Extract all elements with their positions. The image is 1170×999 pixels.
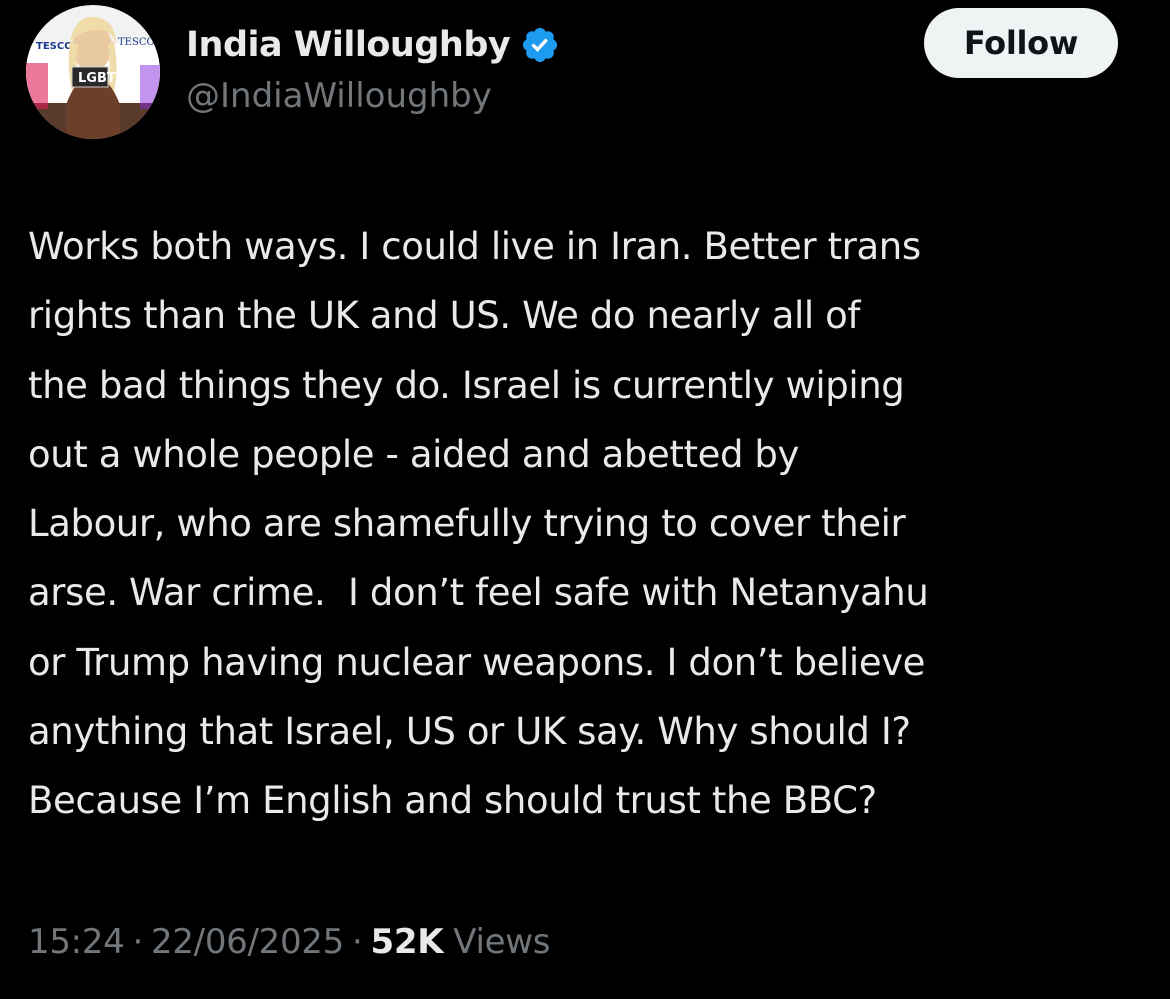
tweet-text: Works both ways. I could live in Iran. B… xyxy=(28,212,1163,836)
tweet-text-line: Because I’m English and should trust the… xyxy=(28,779,877,823)
avatar-award-text: LGBT xyxy=(78,71,116,86)
tweet-date[interactable]: 22/06/2025 xyxy=(151,922,344,962)
tweet-text-line: Works both ways. I could live in Iran. B… xyxy=(28,225,921,268)
follow-button[interactable]: Follow xyxy=(924,8,1118,78)
tweet-card: TESCO TESCO LGBT India Willoughby @India… xyxy=(0,0,1170,999)
avatar-image: TESCO TESCO LGBT xyxy=(26,5,160,139)
tweet-meta-row: 15:24 · 22/06/2025 · 52K Views xyxy=(28,918,550,966)
author-handle[interactable]: @IndiaWilloughby xyxy=(186,76,492,116)
author-display-name[interactable]: India Willoughby xyxy=(186,25,511,65)
views-count: 52K xyxy=(370,922,444,962)
verified-badge-icon xyxy=(523,27,558,63)
author-name-row: India Willoughby xyxy=(186,20,560,70)
meta-separator: · xyxy=(351,922,363,962)
avatar-banner-text-1: TESCO xyxy=(36,41,73,52)
tweet-text-line: anything that Israel, US or UK say. Why … xyxy=(28,710,911,754)
tweet-text-line: or Trump having nuclear weapons. I don’t… xyxy=(28,640,926,684)
tweet-text-line: out a whole people - aided and abetted b… xyxy=(28,432,799,476)
tweet-time[interactable]: 15:24 xyxy=(28,922,125,962)
meta-separator: · xyxy=(132,922,143,962)
tweet-text-line: arse. War crime. I don’t feel safe with … xyxy=(28,571,929,615)
tweet-text-line: the bad things they do. Israel is curren… xyxy=(28,363,905,407)
avatar-banner-text-2: TESCO xyxy=(118,37,155,48)
tweet-text-line: Labour, who are shamefully trying to cov… xyxy=(28,502,906,546)
tweet-text-line: rights than the UK and US. We do nearly … xyxy=(28,294,860,338)
views-label: Views xyxy=(453,922,551,962)
avatar[interactable]: TESCO TESCO LGBT xyxy=(26,5,160,139)
